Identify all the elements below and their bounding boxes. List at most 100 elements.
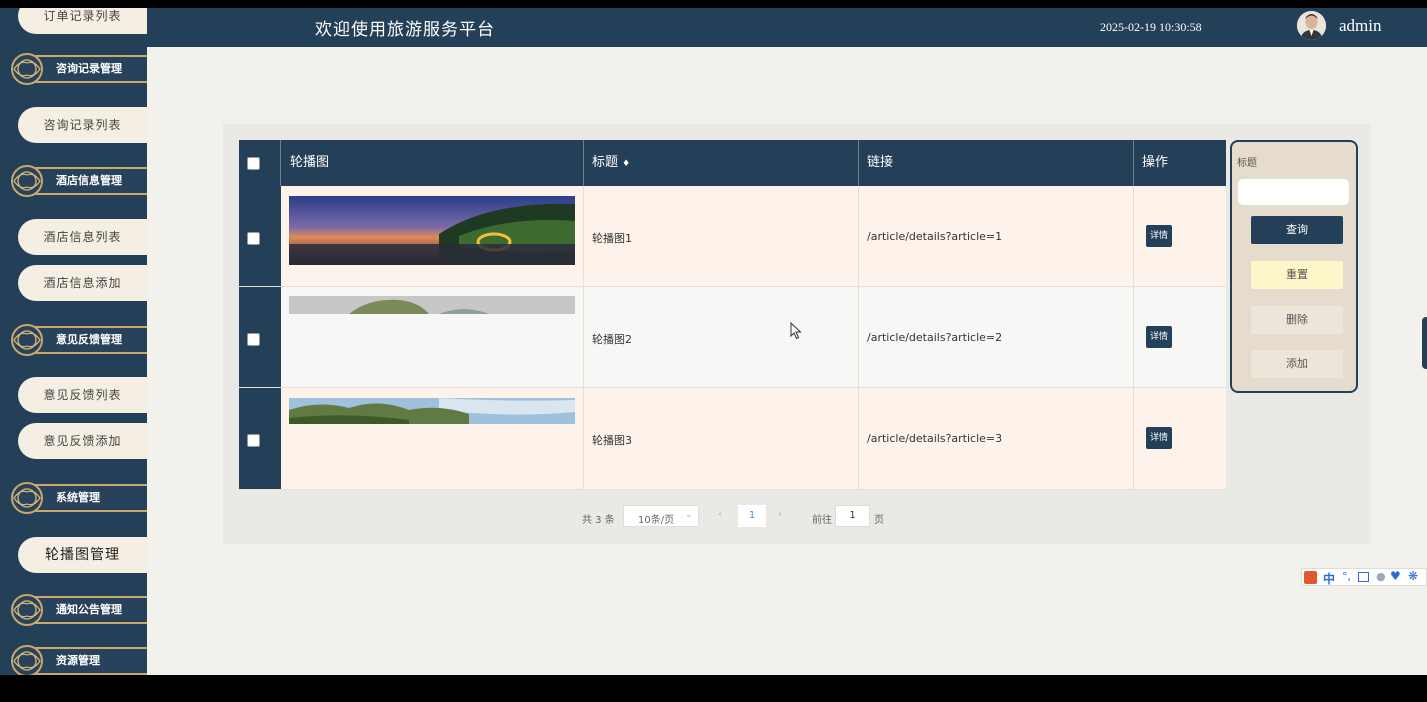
action-cell: 详情 [1134,388,1226,489]
sidebar-item-label: 酒店信息添加 [43,276,122,290]
carousel-thumbnail-1 [289,196,575,265]
next-page-icon[interactable]: › [778,509,782,520]
app-window: 欢迎使用旅游服务平台 2025-02-19 10:30:58 admin 订单记… [0,8,1427,675]
query-button[interactable]: 查询 [1251,216,1343,244]
image-cell [281,186,584,286]
prev-page-icon[interactable]: ‹ [718,509,722,520]
add-button[interactable]: 添加 [1251,350,1343,378]
sidebar-item-order-list[interactable]: 订单记录列表 [18,8,147,34]
sidebar-group-consult[interactable]: 咨询记录管理 [10,50,147,88]
ornament-emblem-icon [11,645,43,675]
settings-icon[interactable]: ❋ [1408,569,1418,583]
row-select-cell [239,287,281,387]
ime-language[interactable]: 中 [1323,570,1335,587]
chevron-down-icon: ⌄ [685,510,693,520]
search-panel: 标题 查询 重置 删除 添加 [1230,140,1358,393]
row-select-cell [239,388,281,489]
sidebar-item-hotel-add[interactable]: 酒店信息添加 [18,265,147,301]
sidebar-item-label: 意见反馈添加 [43,434,122,448]
page-unit: 页 [874,515,884,526]
link-cell: /article/details?article=1 [859,186,1134,286]
side-toggle-handle[interactable] [1422,317,1427,369]
ornament-emblem-icon [11,594,43,626]
sidebar-item-label: 轮播图管理 [45,547,120,563]
sidebar-group-label: 酒店信息管理 [56,174,122,187]
carousel-thumbnail-2 [289,296,575,314]
table-row: 轮播图3 /article/details?article=3 详情 [239,388,1226,490]
user-icon[interactable]: ● [1376,570,1386,583]
delete-button[interactable]: 删除 [1251,306,1343,334]
search-label: 标题 [1237,158,1257,169]
title-cell: 轮播图2 [584,287,859,387]
select-all-checkbox[interactable] [247,157,260,170]
ornament-emblem-icon [11,165,43,197]
title-cell: 轮播图1 [584,186,859,286]
action-cell: 详情 [1134,186,1226,286]
punctuation-icon[interactable]: °, [1342,570,1351,583]
top-header: 欢迎使用旅游服务平台 2025-02-19 10:30:58 admin [0,8,1427,47]
detail-button[interactable]: 详情 [1146,225,1172,247]
keyboard-icon[interactable] [1358,572,1369,582]
column-label: 操作 [1142,155,1169,170]
sidebar-item-label: 酒店信息列表 [43,230,122,244]
page-number-current[interactable]: 1 [738,505,766,527]
link-cell: /article/details?article=2 [859,287,1134,387]
mouse-cursor-icon [790,322,802,340]
link-cell: /article/details?article=3 [859,388,1134,489]
sidebar-group-label: 意见反馈管理 [56,333,122,346]
ornament-emblem-icon [11,53,43,85]
header-select-cell [239,140,281,186]
sidebar-item-label: 意见反馈列表 [43,388,122,402]
app-title: 欢迎使用旅游服务平台 [315,20,495,40]
sidebar-item-feedback-list[interactable]: 意见反馈列表 [18,377,147,413]
sidebar: 订单记录列表 咨询记录管理 咨询记录列表 酒店信息管理 酒店信息列表 酒店信息添… [0,8,147,675]
row-title: 轮播图2 [592,333,632,346]
column-header-title[interactable]: 标题 ♦ [584,140,859,186]
sidebar-item-feedback-add[interactable]: 意见反馈添加 [18,423,147,459]
sidebar-group-feedback[interactable]: 意见反馈管理 [10,321,147,359]
row-select-cell [239,186,281,286]
sidebar-item-carousel-management[interactable]: 轮播图管理 [18,537,147,573]
skin-icon[interactable]: ♥ [1390,569,1401,583]
page-size-select[interactable]: 10条/页 ⌄ [623,505,699,527]
sidebar-item-label: 咨询记录列表 [43,118,122,132]
sidebar-item-label: 订单记录列表 [43,9,122,23]
title-search-input[interactable] [1237,178,1350,206]
sidebar-group-hotel[interactable]: 酒店信息管理 [10,162,147,200]
row-link: /article/details?article=3 [867,432,1003,445]
reset-button[interactable]: 重置 [1251,261,1343,289]
column-header-image: 轮播图 [281,140,584,186]
user-name[interactable]: admin [1339,16,1382,36]
title-cell: 轮播图3 [584,388,859,489]
row-checkbox[interactable] [247,434,260,447]
ime-toolbar[interactable]: 中 °, ● ♥ ❋ [1301,568,1427,586]
sidebar-group-label: 资源管理 [56,654,100,667]
total-count: 共 3 条 [582,515,615,526]
sidebar-group-resource[interactable]: 资源管理 [10,642,147,675]
table-row: 轮播图1 /article/details?article=1 详情 [239,186,1226,287]
sort-icon[interactable]: ♦ [622,159,630,169]
row-title: 轮播图3 [592,434,632,447]
goto-page-input[interactable]: 1 [835,505,870,527]
sidebar-group-label: 咨询记录管理 [56,62,122,75]
row-title: 轮播图1 [592,232,632,245]
row-link: /article/details?article=1 [867,230,1003,243]
ornament-emblem-icon [11,324,43,356]
table-row: 轮播图2 /article/details?article=2 详情 [239,287,1226,388]
detail-button[interactable]: 详情 [1146,326,1172,348]
sidebar-item-hotel-list[interactable]: 酒店信息列表 [18,219,147,255]
column-header-link: 链接 [859,140,1134,186]
detail-button[interactable]: 详情 [1146,427,1172,449]
column-header-action: 操作 [1134,140,1226,186]
carousel-thumbnail-3 [289,398,575,424]
sidebar-group-notice[interactable]: 通知公告管理 [10,591,147,629]
row-checkbox[interactable] [247,232,260,245]
sidebar-group-label: 通知公告管理 [56,603,122,616]
image-cell [281,388,584,489]
column-label: 轮播图 [290,155,330,170]
avatar[interactable] [1297,11,1326,40]
column-label: 链接 [867,155,894,170]
sidebar-item-consult-list[interactable]: 咨询记录列表 [18,107,147,143]
current-datetime: 2025-02-19 10:30:58 [1100,20,1202,34]
row-checkbox[interactable] [247,333,260,346]
